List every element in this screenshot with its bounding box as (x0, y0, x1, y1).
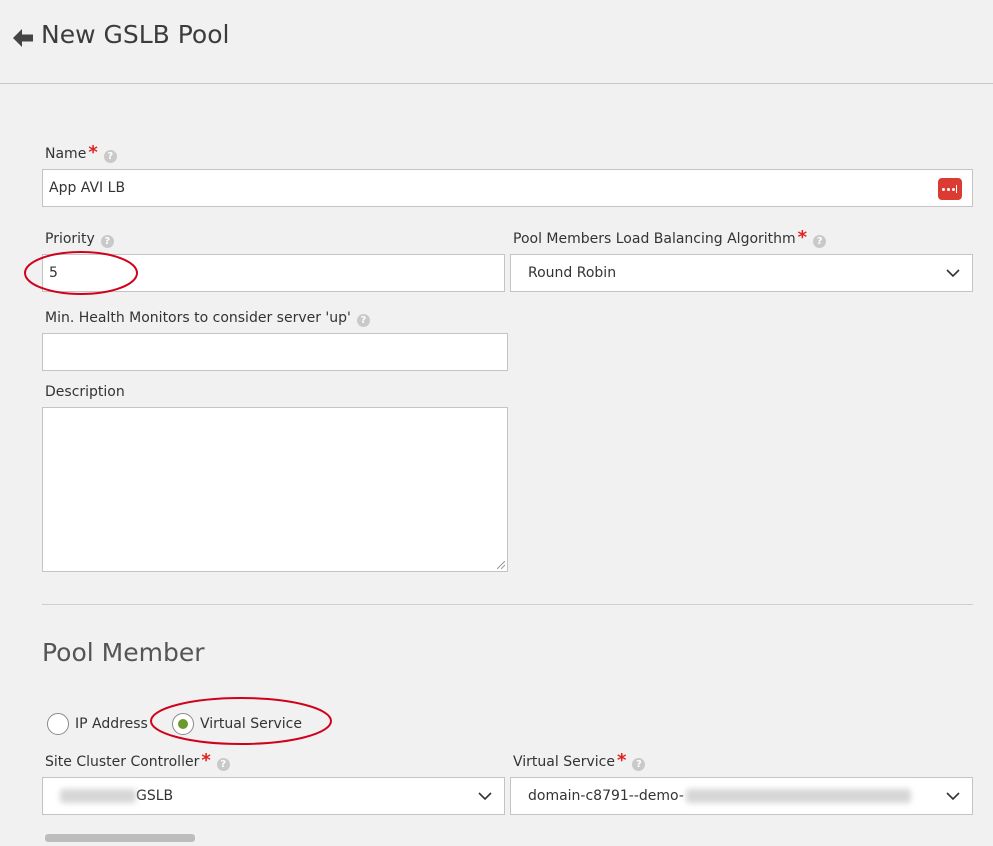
page-header: New GSLB Pool (0, 0, 993, 84)
chevron-down-icon (946, 792, 960, 801)
min-health-label: Min. Health Monitors to consider server … (45, 310, 370, 327)
priority-input[interactable]: 5 (42, 254, 505, 292)
required-asterisk: * (616, 750, 627, 771)
virtual-service-select[interactable]: domain-c8791--demo- (510, 777, 973, 815)
virtual-service-label: Virtual Service *? (513, 752, 646, 771)
redacted-text (60, 789, 136, 803)
required-asterisk: * (88, 142, 98, 163)
algorithm-select[interactable]: Round Robin (510, 254, 973, 292)
help-icon[interactable]: ? (216, 758, 230, 771)
required-asterisk: * (201, 750, 211, 771)
min-health-input[interactable] (42, 333, 508, 371)
description-label: Description (45, 384, 125, 400)
help-icon[interactable]: ? (813, 235, 827, 248)
password-manager-icon[interactable] (938, 178, 962, 200)
help-icon[interactable]: ? (103, 150, 117, 163)
section-divider (42, 604, 973, 605)
cut-off-label (45, 830, 195, 846)
help-icon[interactable]: ? (100, 235, 114, 248)
ip-address-radio[interactable]: IP Address (47, 713, 148, 735)
radio-button[interactable] (47, 713, 69, 735)
site-cluster-select[interactable]: GSLB (42, 777, 505, 815)
priority-label: Priority? (45, 231, 114, 248)
pool-member-title: Pool Member (42, 638, 205, 667)
redacted-text (685, 789, 911, 803)
back-arrow-icon[interactable] (11, 26, 35, 50)
radio-button-selected[interactable] (172, 713, 194, 735)
page-title: New GSLB Pool (41, 20, 230, 49)
site-cluster-label: Site Cluster Controller *? (45, 752, 230, 771)
resize-handle-icon[interactable] (497, 561, 505, 569)
name-label: Name *? (45, 144, 117, 163)
help-icon[interactable]: ? (356, 314, 370, 327)
virtual-service-radio[interactable]: Virtual Service (172, 713, 302, 735)
description-textarea[interactable] (42, 407, 508, 572)
name-input[interactable]: App AVI LB (42, 169, 973, 207)
chevron-down-icon (946, 269, 960, 278)
required-asterisk: * (797, 227, 808, 248)
help-icon[interactable]: ? (632, 758, 646, 771)
chevron-down-icon (478, 792, 492, 801)
algorithm-label: Pool Members Load Balancing Algorithm *? (513, 229, 827, 248)
